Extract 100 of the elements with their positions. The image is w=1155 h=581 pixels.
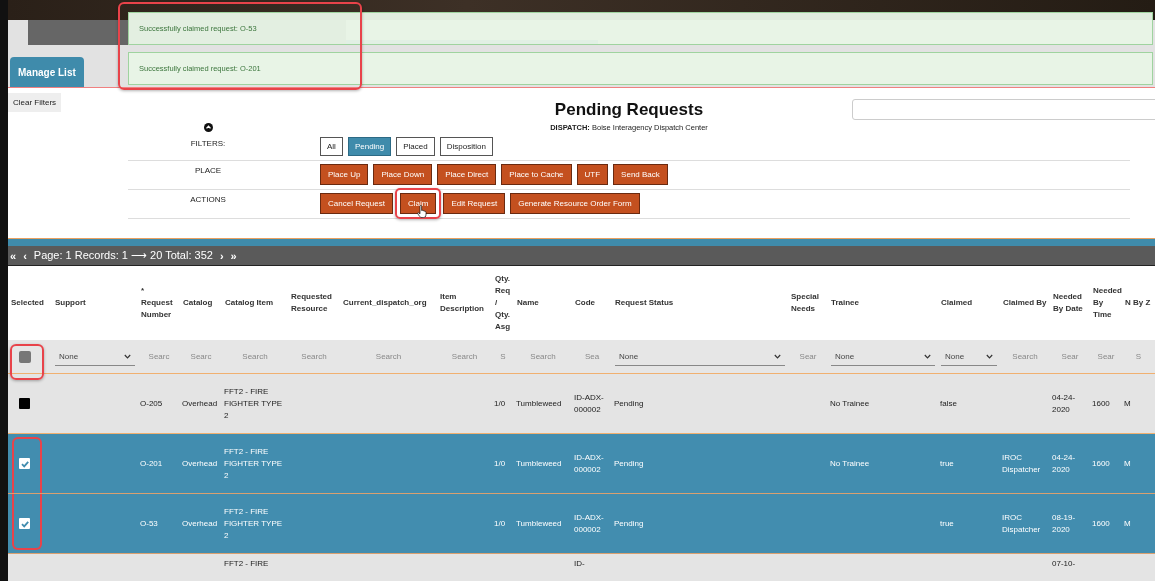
table-cell: 04-24-2020 [1052, 392, 1076, 414]
table-row[interactable]: O-205 Overhead FFT2 - FIRE FIGHTER TYPE 2 1/0 Tumbleweed ID-ADX-000002 Pending No Trainee false 04-24-2020 1600 M [8, 373, 1155, 434]
table-cell: IROC Dispatcher [1002, 452, 1041, 474]
column-header: Claimed [941, 298, 973, 307]
column-header: Requested Resource [291, 292, 332, 313]
manage-list-button[interactable]: Manage List [10, 57, 84, 87]
clear-filters-button[interactable]: Clear Filters [8, 93, 62, 112]
action-button[interactable]: Cancel Request [320, 193, 393, 214]
action-button[interactable]: Edit Request [443, 193, 506, 214]
search-input[interactable]: Search [1003, 352, 1047, 361]
table-cell: O-201 [140, 458, 163, 468]
column-header: Needed By Date [1053, 292, 1083, 313]
column-header: Item Description [440, 292, 484, 313]
column-header: Trainee [831, 298, 859, 307]
table-cell: Overhead [182, 398, 218, 408]
table-cell: 1/0 [494, 398, 506, 408]
search-field[interactable] [852, 99, 1155, 120]
search-input[interactable]: Sear [1093, 352, 1119, 361]
filter-button[interactable]: Disposition [439, 137, 493, 156]
table-cell: 1600 [1092, 398, 1110, 408]
column-header: N By Z [1125, 298, 1151, 307]
filter-dropdown[interactable]: None [941, 347, 997, 366]
table-row[interactable]: O-201 Overhead FFT2 - FIRE FIGHTER TYPE 2 1/0 Tumbleweed ID-ADX-000002 Pending No Trainee true IROC Dispatcher 04-24-2020 1600 M [8, 433, 1155, 494]
column-header: Current_dispatch_org [343, 298, 427, 307]
table-cell: FFT2 - FIRE [224, 559, 269, 568]
table-cell: true [940, 518, 954, 528]
action-button[interactable]: UTF [576, 164, 609, 185]
table-cell: M [1124, 458, 1131, 468]
column-header: Claimed By [1003, 298, 1047, 307]
table-cell: FFT2 - FIRE FIGHTER TYPE 2 [224, 446, 283, 480]
table-cell: 1/0 [494, 458, 506, 468]
table-cell: 1600 [1092, 518, 1110, 528]
column-header: Qty. Req / Qty. Asg [495, 274, 511, 331]
search-input[interactable]: Sea [575, 352, 609, 361]
table-cell: O-53 [140, 518, 158, 528]
action-button[interactable]: Place Direct [437, 164, 497, 185]
search-input[interactable]: Searc [141, 352, 177, 361]
chevron-down-icon [924, 353, 931, 359]
search-input[interactable]: Search [225, 352, 285, 361]
column-header: Catalog Item [225, 298, 273, 307]
row-checkbox[interactable] [19, 398, 30, 409]
page-info-text: Page: 1 Records: 1 ⟶ 20 Total: 352 [33, 249, 213, 262]
column-header: * Request Number [141, 286, 173, 319]
action-button[interactable]: Place to Cache [501, 164, 572, 185]
column-header: Request Status [615, 298, 674, 307]
search-input[interactable]: Searc [183, 352, 219, 361]
search-input[interactable]: S [1125, 352, 1152, 361]
search-input[interactable]: Search [343, 352, 434, 361]
filter-dropdown[interactable]: None [615, 347, 785, 366]
table-cell: Pending [614, 518, 644, 528]
action-button[interactable]: Generate Resource Order Form [510, 193, 640, 214]
table-cell: Overhead [182, 518, 218, 528]
table-cell: M [1124, 518, 1131, 528]
table-cell: No Trainee [830, 398, 870, 408]
table-cell: Tumbleweed [516, 458, 562, 468]
search-input[interactable]: Search [291, 352, 337, 361]
table-cell: ID-ADX-000002 [574, 392, 604, 414]
next-page-link[interactable]: › [219, 249, 224, 262]
filter-button[interactable]: Pending [347, 137, 392, 156]
action-button[interactable]: Send Back [613, 164, 668, 185]
column-header: Name [517, 298, 539, 307]
table-cell: 1600 [1092, 458, 1110, 468]
table-cell: FFT2 - FIRE FIGHTER TYPE 2 [224, 386, 283, 420]
search-input[interactable]: S [495, 352, 511, 361]
table-row[interactable]: O-53 Overhead FFT2 - FIRE FIGHTER TYPE 2 1/0 Tumbleweed ID-ADX-000002 Pending true IROC Dispatcher 08-19-2020 1600 M [8, 493, 1155, 554]
table-cell: Pending [614, 458, 644, 468]
filter-dropdown[interactable]: None [55, 347, 135, 366]
chevron-down-icon [774, 353, 781, 359]
filter-button[interactable]: Placed [396, 137, 435, 156]
row-checkbox[interactable] [19, 518, 30, 529]
table-cell: ID-ADX-000002 [574, 452, 604, 474]
table-cell: Tumbleweed [516, 398, 562, 408]
filter-dropdown[interactable]: None [831, 347, 935, 366]
previous-page-link[interactable]: ‹ [23, 249, 27, 262]
select-all-checkbox[interactable] [19, 350, 31, 363]
group-label: FILTERS: [189, 138, 227, 148]
last-page-link[interactable]: » [230, 249, 237, 262]
table-cell: 1/0 [494, 518, 506, 528]
column-header: Selected [11, 298, 44, 307]
circle-chevron-icon[interactable] [203, 122, 213, 132]
table-row[interactable]: FFT2 - FIRE ID- 07-10- [8, 553, 1155, 581]
page-title: Pending Requests [554, 100, 704, 120]
action-button[interactable]: Place Down [373, 164, 433, 185]
chevron-down-icon [124, 353, 131, 359]
filter-button[interactable]: All [320, 137, 343, 156]
action-button[interactable]: Place Up [320, 164, 369, 185]
search-input[interactable]: Sear [791, 352, 825, 361]
table-cell: Overhead [182, 458, 218, 468]
group-label: PLACE [193, 165, 223, 175]
search-input[interactable]: Sear [1053, 352, 1087, 361]
table-cell: false [940, 398, 957, 408]
search-input[interactable]: Search [517, 352, 569, 361]
table-cell: ID- [574, 559, 585, 568]
table-cell: O-205 [140, 398, 163, 408]
column-header: Special Needs [791, 292, 819, 313]
column-header: Support [55, 298, 86, 307]
first-page-link[interactable]: « [10, 249, 17, 262]
search-input[interactable]: Search [440, 352, 489, 361]
row-checkbox[interactable] [19, 458, 30, 469]
table-cell: No Trainee [830, 458, 870, 468]
